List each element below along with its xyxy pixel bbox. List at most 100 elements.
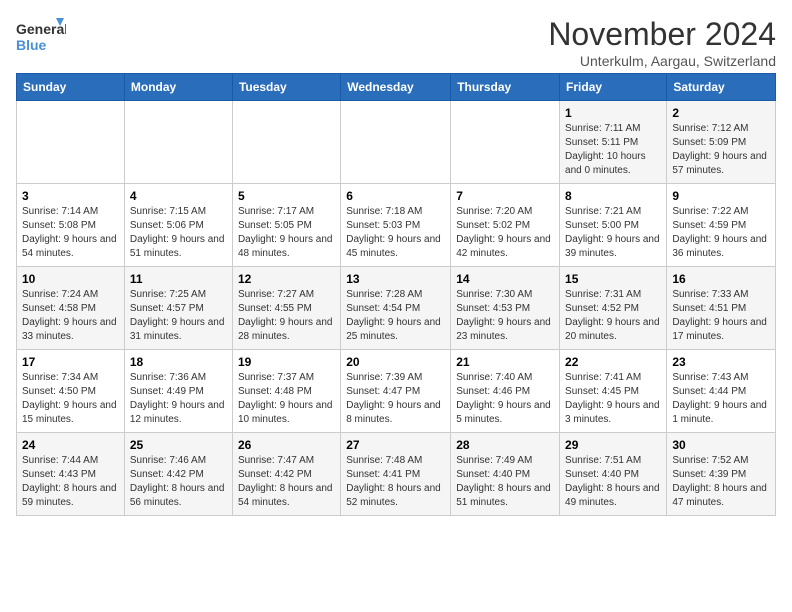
day-number: 7 — [456, 189, 554, 203]
day-info: Sunrise: 7:51 AMSunset: 4:40 PMDaylight:… — [565, 454, 661, 510]
calendar-table: SundayMondayTuesdayWednesdayThursdayFrid… — [16, 73, 776, 516]
calendar-cell: 2 Sunrise: 7:12 AMSunset: 5:09 PMDaylight… — [667, 101, 776, 184]
day-info: Sunrise: 7:14 AMSunset: 5:08 PMDaylight:… — [22, 205, 119, 261]
calendar-cell: 19 Sunrise: 7:37 AMSunset: 4:48 PMDayligh… — [232, 350, 340, 433]
calendar-cell: 18 Sunrise: 7:36 AMSunset: 4:49 PMDayligh… — [124, 350, 232, 433]
calendar-cell — [341, 101, 451, 184]
day-info: Sunrise: 7:31 AMSunset: 4:52 PMDaylight:… — [565, 288, 661, 344]
day-number: 18 — [130, 355, 227, 369]
calendar-cell: 14 Sunrise: 7:30 AMSunset: 4:53 PMDayligh… — [451, 267, 560, 350]
calendar-cell: 26 Sunrise: 7:47 AMSunset: 4:42 PMDayligh… — [232, 433, 340, 516]
day-number: 19 — [238, 355, 335, 369]
day-number: 25 — [130, 438, 227, 452]
day-info: Sunrise: 7:49 AMSunset: 4:40 PMDaylight:… — [456, 454, 554, 510]
header: General Blue November 2024 Unterkulm, Aa… — [16, 16, 776, 69]
day-number: 16 — [672, 272, 770, 286]
day-number: 20 — [346, 355, 445, 369]
calendar-cell: 12 Sunrise: 7:27 AMSunset: 4:55 PMDayligh… — [232, 267, 340, 350]
calendar-cell: 9Sunrise: 7:22 AMSunset: 4:59 PMDaylight… — [667, 184, 776, 267]
day-number: 5 — [238, 189, 335, 203]
day-number: 27 — [346, 438, 445, 452]
calendar-cell: 15 Sunrise: 7:31 AMSunset: 4:52 PMDayligh… — [560, 267, 667, 350]
day-info: Sunrise: 7:22 AMSunset: 4:59 PMDaylight:… — [672, 205, 770, 261]
day-number: 10 — [22, 272, 119, 286]
day-info: Sunrise: 7:12 AMSunset: 5:09 PMDaylight:… — [672, 122, 770, 178]
month-title: November 2024 — [548, 16, 776, 53]
calendar-cell — [17, 101, 125, 184]
day-number: 13 — [346, 272, 445, 286]
day-info: Sunrise: 7:28 AMSunset: 4:54 PMDaylight:… — [346, 288, 445, 344]
calendar-cell: 23 Sunrise: 7:43 AMSunset: 4:44 PMDayligh… — [667, 350, 776, 433]
calendar-cell: 27 Sunrise: 7:48 AMSunset: 4:41 PMDayligh… — [341, 433, 451, 516]
day-number: 6 — [346, 189, 445, 203]
day-number: 4 — [130, 189, 227, 203]
calendar-cell: 29Sunrise: 7:51 AMSunset: 4:40 PMDayligh… — [560, 433, 667, 516]
calendar-cell: 8 Sunrise: 7:21 AMSunset: 5:00 PMDaylight… — [560, 184, 667, 267]
weekday-header-sunday: Sunday — [17, 74, 125, 101]
weekday-header-saturday: Saturday — [667, 74, 776, 101]
svg-text:General: General — [16, 21, 66, 37]
logo: General Blue — [16, 16, 66, 60]
day-info: Sunrise: 7:33 AMSunset: 4:51 PMDaylight:… — [672, 288, 770, 344]
calendar-cell: 11 Sunrise: 7:25 AMSunset: 4:57 PMDayligh… — [124, 267, 232, 350]
calendar-cell: 7 Sunrise: 7:20 AMSunset: 5:02 PMDaylight… — [451, 184, 560, 267]
day-info: Sunrise: 7:30 AMSunset: 4:53 PMDaylight:… — [456, 288, 554, 344]
day-info: Sunrise: 7:21 AMSunset: 5:00 PMDaylight:… — [565, 205, 661, 261]
day-info: Sunrise: 7:47 AMSunset: 4:42 PMDaylight:… — [238, 454, 335, 510]
day-info: Sunrise: 7:44 AMSunset: 4:43 PMDaylight:… — [22, 454, 119, 510]
location-subtitle: Unterkulm, Aargau, Switzerland — [548, 53, 776, 69]
day-info: Sunrise: 7:40 AMSunset: 4:46 PMDaylight:… — [456, 371, 554, 427]
calendar-cell: 21Sunrise: 7:40 AMSunset: 4:46 PMDayligh… — [451, 350, 560, 433]
day-info: Sunrise: 7:24 AMSunset: 4:58 PMDaylight:… — [22, 288, 119, 344]
day-info: Sunrise: 7:15 AMSunset: 5:06 PMDaylight:… — [130, 205, 227, 261]
day-info: Sunrise: 7:34 AMSunset: 4:50 PMDaylight:… — [22, 371, 119, 427]
day-info: Sunrise: 7:43 AMSunset: 4:44 PMDaylight:… — [672, 371, 770, 427]
day-number: 22 — [565, 355, 661, 369]
day-number: 11 — [130, 272, 227, 286]
day-number: 28 — [456, 438, 554, 452]
calendar-cell: 13 Sunrise: 7:28 AMSunset: 4:54 PMDayligh… — [341, 267, 451, 350]
day-number: 14 — [456, 272, 554, 286]
day-info: Sunrise: 7:52 AMSunset: 4:39 PMDaylight:… — [672, 454, 770, 510]
calendar-cell: 4 Sunrise: 7:15 AMSunset: 5:06 PMDaylight… — [124, 184, 232, 267]
day-number: 3 — [22, 189, 119, 203]
calendar-cell: 16 Sunrise: 7:33 AMSunset: 4:51 PMDayligh… — [667, 267, 776, 350]
day-info: Sunrise: 7:18 AMSunset: 5:03 PMDaylight:… — [346, 205, 445, 261]
calendar-cell — [451, 101, 560, 184]
day-info: Sunrise: 7:11 AMSunset: 5:11 PMDaylight:… — [565, 122, 661, 178]
calendar-cell: 22Sunrise: 7:41 AMSunset: 4:45 PMDayligh… — [560, 350, 667, 433]
weekday-header-monday: Monday — [124, 74, 232, 101]
calendar-cell: 24Sunrise: 7:44 AMSunset: 4:43 PMDayligh… — [17, 433, 125, 516]
day-number: 2 — [672, 106, 770, 120]
svg-text:Blue: Blue — [16, 37, 47, 53]
weekday-header-thursday: Thursday — [451, 74, 560, 101]
day-info: Sunrise: 7:36 AMSunset: 4:49 PMDaylight:… — [130, 371, 227, 427]
day-number: 8 — [565, 189, 661, 203]
day-number: 12 — [238, 272, 335, 286]
day-number: 1 — [565, 106, 661, 120]
calendar-cell: 20 Sunrise: 7:39 AMSunset: 4:47 PMDayligh… — [341, 350, 451, 433]
day-info: Sunrise: 7:37 AMSunset: 4:48 PMDaylight:… — [238, 371, 335, 427]
calendar-cell: 28 Sunrise: 7:49 AMSunset: 4:40 PMDayligh… — [451, 433, 560, 516]
day-info: Sunrise: 7:48 AMSunset: 4:41 PMDaylight:… — [346, 454, 445, 510]
day-info: Sunrise: 7:27 AMSunset: 4:55 PMDaylight:… — [238, 288, 335, 344]
day-number: 23 — [672, 355, 770, 369]
weekday-header-friday: Friday — [560, 74, 667, 101]
day-info: Sunrise: 7:39 AMSunset: 4:47 PMDaylight:… — [346, 371, 445, 427]
calendar-cell: 3 Sunrise: 7:14 AMSunset: 5:08 PMDaylight… — [17, 184, 125, 267]
weekday-header-tuesday: Tuesday — [232, 74, 340, 101]
calendar-cell: 25Sunrise: 7:46 AMSunset: 4:42 PMDayligh… — [124, 433, 232, 516]
calendar-cell: 10 Sunrise: 7:24 AMSunset: 4:58 PMDayligh… — [17, 267, 125, 350]
day-number: 17 — [22, 355, 119, 369]
day-number: 30 — [672, 438, 770, 452]
weekday-header-wednesday: Wednesday — [341, 74, 451, 101]
calendar-cell — [232, 101, 340, 184]
day-info: Sunrise: 7:25 AMSunset: 4:57 PMDaylight:… — [130, 288, 227, 344]
calendar-cell: 6 Sunrise: 7:18 AMSunset: 5:03 PMDaylight… — [341, 184, 451, 267]
calendar-cell: 30 Sunrise: 7:52 AMSunset: 4:39 PMDayligh… — [667, 433, 776, 516]
day-number: 15 — [565, 272, 661, 286]
day-number: 26 — [238, 438, 335, 452]
day-info: Sunrise: 7:20 AMSunset: 5:02 PMDaylight:… — [456, 205, 554, 261]
calendar-cell — [124, 101, 232, 184]
calendar-cell: 17 Sunrise: 7:34 AMSunset: 4:50 PMDayligh… — [17, 350, 125, 433]
